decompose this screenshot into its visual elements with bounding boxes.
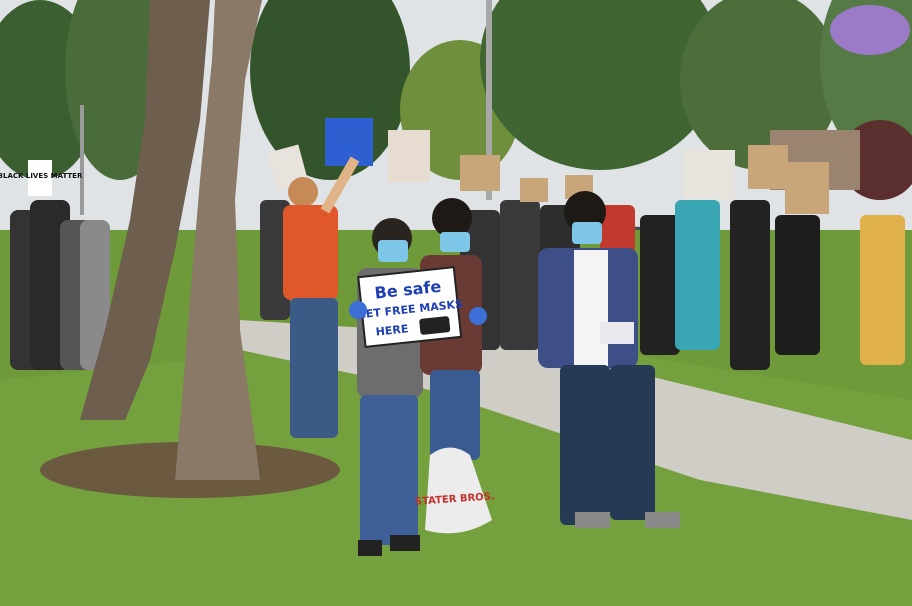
purple-blossoms <box>830 5 910 55</box>
left-sign-text: BLACK LIVES MATTER <box>0 172 83 180</box>
white-sign <box>388 130 430 182</box>
boy-with-sign <box>357 218 423 556</box>
blue-sign <box>325 118 373 166</box>
blue-glove <box>349 301 367 319</box>
blue-glove <box>469 307 487 325</box>
protest-photo: BLACK LIVES MATTER Be safe GET FREE MASK… <box>0 0 912 606</box>
mask-box <box>600 322 634 344</box>
main-sign: Be safe GET FREE MASKS HERE <box>356 266 464 348</box>
face-mask <box>378 240 408 262</box>
street-lamp <box>80 105 84 215</box>
mask-drawing <box>419 316 451 335</box>
photo-canvas: BLACK LIVES MATTER Be safe GET FREE MASK… <box>0 0 912 606</box>
